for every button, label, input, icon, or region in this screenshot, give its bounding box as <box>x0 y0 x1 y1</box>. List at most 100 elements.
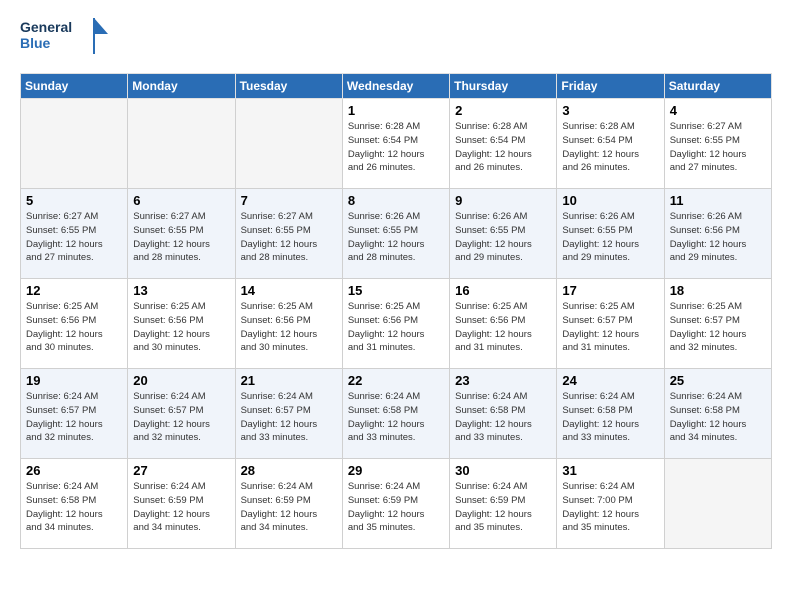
day-number: 27 <box>133 463 229 478</box>
calendar-cell: 20 Sunrise: 6:24 AM Sunset: 6:57 PM Dayli… <box>128 369 235 459</box>
calendar-cell: 28 Sunrise: 6:24 AM Sunset: 6:59 PM Dayli… <box>235 459 342 549</box>
calendar-cell: 27 Sunrise: 6:24 AM Sunset: 6:59 PM Dayli… <box>128 459 235 549</box>
day-number: 3 <box>562 103 658 118</box>
calendar-cell <box>235 99 342 189</box>
calendar-cell: 4Sunrise: 6:27 AM Sunset: 6:55 PM Daylig… <box>664 99 771 189</box>
weekday-header: Tuesday <box>235 74 342 99</box>
calendar-cell: 31Sunrise: 6:24 AM Sunset: 7:00 PM Dayli… <box>557 459 664 549</box>
day-info: Sunrise: 6:25 AM Sunset: 6:57 PM Dayligh… <box>562 300 658 355</box>
day-info: Sunrise: 6:26 AM Sunset: 6:56 PM Dayligh… <box>670 210 766 265</box>
day-number: 11 <box>670 193 766 208</box>
calendar-cell: 24 Sunrise: 6:24 AM Sunset: 6:58 PM Dayli… <box>557 369 664 459</box>
day-info: Sunrise: 6:28 AM Sunset: 6:54 PM Dayligh… <box>455 120 551 175</box>
calendar-cell: 1Sunrise: 6:28 AM Sunset: 6:54 PM Daylig… <box>342 99 449 189</box>
day-number: 18 <box>670 283 766 298</box>
calendar-cell: 17 Sunrise: 6:25 AM Sunset: 6:57 PM Dayli… <box>557 279 664 369</box>
day-info: Sunrise: 6:24 AM Sunset: 6:58 PM Dayligh… <box>455 390 551 445</box>
weekday-header: Saturday <box>664 74 771 99</box>
calendar-cell: 25 Sunrise: 6:24 AM Sunset: 6:58 PM Dayli… <box>664 369 771 459</box>
weekday-header: Sunday <box>21 74 128 99</box>
day-info: Sunrise: 6:26 AM Sunset: 6:55 PM Dayligh… <box>562 210 658 265</box>
day-info: Sunrise: 6:27 AM Sunset: 6:55 PM Dayligh… <box>670 120 766 175</box>
calendar-cell: 2 Sunrise: 6:28 AM Sunset: 6:54 PM Daylig… <box>450 99 557 189</box>
calendar-cell <box>21 99 128 189</box>
day-number: 20 <box>133 373 229 388</box>
calendar-cell: 22Sunrise: 6:24 AM Sunset: 6:58 PM Dayli… <box>342 369 449 459</box>
weekday-header: Friday <box>557 74 664 99</box>
day-info: Sunrise: 6:25 AM Sunset: 6:56 PM Dayligh… <box>348 300 444 355</box>
calendar-cell <box>128 99 235 189</box>
day-number: 22 <box>348 373 444 388</box>
calendar-week-row: 26 Sunrise: 6:24 AM Sunset: 6:58 PM Dayli… <box>21 459 772 549</box>
day-number: 21 <box>241 373 337 388</box>
weekday-header: Thursday <box>450 74 557 99</box>
day-info: Sunrise: 6:24 AM Sunset: 6:58 PM Dayligh… <box>26 480 122 535</box>
day-number: 2 <box>455 103 551 118</box>
day-info: Sunrise: 6:28 AM Sunset: 6:54 PM Dayligh… <box>348 120 444 175</box>
calendar-cell: 16Sunrise: 6:25 AM Sunset: 6:56 PM Dayli… <box>450 279 557 369</box>
calendar-week-row: 19 Sunrise: 6:24 AM Sunset: 6:57 PM Dayli… <box>21 369 772 459</box>
day-number: 31 <box>562 463 658 478</box>
day-number: 17 <box>562 283 658 298</box>
calendar-cell <box>664 459 771 549</box>
calendar-table: SundayMondayTuesdayWednesdayThursdayFrid… <box>20 73 772 549</box>
day-info: Sunrise: 6:24 AM Sunset: 6:59 PM Dayligh… <box>241 480 337 535</box>
weekday-header: Wednesday <box>342 74 449 99</box>
weekday-header: Monday <box>128 74 235 99</box>
calendar-cell: 10 Sunrise: 6:26 AM Sunset: 6:55 PM Dayli… <box>557 189 664 279</box>
day-info: Sunrise: 6:24 AM Sunset: 6:58 PM Dayligh… <box>670 390 766 445</box>
day-number: 24 <box>562 373 658 388</box>
calendar-cell: 18 Sunrise: 6:25 AM Sunset: 6:57 PM Dayli… <box>664 279 771 369</box>
calendar-cell: 26 Sunrise: 6:24 AM Sunset: 6:58 PM Dayli… <box>21 459 128 549</box>
day-number: 6 <box>133 193 229 208</box>
calendar-cell: 14Sunrise: 6:25 AM Sunset: 6:56 PM Dayli… <box>235 279 342 369</box>
header: General Blue <box>20 16 772 63</box>
calendar-cell: 13 Sunrise: 6:25 AM Sunset: 6:56 PM Dayli… <box>128 279 235 369</box>
svg-text:General: General <box>20 19 72 35</box>
day-info: Sunrise: 6:25 AM Sunset: 6:56 PM Dayligh… <box>133 300 229 355</box>
day-info: Sunrise: 6:28 AM Sunset: 6:54 PM Dayligh… <box>562 120 658 175</box>
calendar-cell: 12 Sunrise: 6:25 AM Sunset: 6:56 PM Dayli… <box>21 279 128 369</box>
calendar-week-row: 12 Sunrise: 6:25 AM Sunset: 6:56 PM Dayli… <box>21 279 772 369</box>
calendar-cell: 8 Sunrise: 6:26 AM Sunset: 6:55 PM Daylig… <box>342 189 449 279</box>
calendar-cell: 29Sunrise: 6:24 AM Sunset: 6:59 PM Dayli… <box>342 459 449 549</box>
day-number: 14 <box>241 283 337 298</box>
calendar-cell: 19 Sunrise: 6:24 AM Sunset: 6:57 PM Dayli… <box>21 369 128 459</box>
calendar-cell: 23 Sunrise: 6:24 AM Sunset: 6:58 PM Dayli… <box>450 369 557 459</box>
day-number: 13 <box>133 283 229 298</box>
day-number: 26 <box>26 463 122 478</box>
day-number: 28 <box>241 463 337 478</box>
day-info: Sunrise: 6:26 AM Sunset: 6:55 PM Dayligh… <box>455 210 551 265</box>
day-number: 16 <box>455 283 551 298</box>
logo-svg: General Blue <box>20 16 110 58</box>
calendar-cell: 7 Sunrise: 6:27 AM Sunset: 6:55 PM Daylig… <box>235 189 342 279</box>
calendar-cell: 3 Sunrise: 6:28 AM Sunset: 6:54 PM Daylig… <box>557 99 664 189</box>
day-info: Sunrise: 6:25 AM Sunset: 6:56 PM Dayligh… <box>26 300 122 355</box>
day-info: Sunrise: 6:26 AM Sunset: 6:55 PM Dayligh… <box>348 210 444 265</box>
svg-text:Blue: Blue <box>20 35 51 51</box>
day-info: Sunrise: 6:24 AM Sunset: 6:59 PM Dayligh… <box>133 480 229 535</box>
day-number: 12 <box>26 283 122 298</box>
weekday-header-row: SundayMondayTuesdayWednesdayThursdayFrid… <box>21 74 772 99</box>
day-number: 8 <box>348 193 444 208</box>
day-number: 30 <box>455 463 551 478</box>
logo: General Blue <box>20 16 110 63</box>
day-number: 10 <box>562 193 658 208</box>
day-info: Sunrise: 6:24 AM Sunset: 6:57 PM Dayligh… <box>26 390 122 445</box>
calendar-week-row: 5Sunrise: 6:27 AM Sunset: 6:55 PM Daylig… <box>21 189 772 279</box>
calendar-cell: 6Sunrise: 6:27 AM Sunset: 6:55 PM Daylig… <box>128 189 235 279</box>
calendar-week-row: 1Sunrise: 6:28 AM Sunset: 6:54 PM Daylig… <box>21 99 772 189</box>
calendar-cell: 21Sunrise: 6:24 AM Sunset: 6:57 PM Dayli… <box>235 369 342 459</box>
day-number: 7 <box>241 193 337 208</box>
day-info: Sunrise: 6:27 AM Sunset: 6:55 PM Dayligh… <box>26 210 122 265</box>
day-number: 29 <box>348 463 444 478</box>
day-info: Sunrise: 6:24 AM Sunset: 6:59 PM Dayligh… <box>455 480 551 535</box>
calendar-cell: 15Sunrise: 6:25 AM Sunset: 6:56 PM Dayli… <box>342 279 449 369</box>
day-info: Sunrise: 6:25 AM Sunset: 6:57 PM Dayligh… <box>670 300 766 355</box>
day-number: 25 <box>670 373 766 388</box>
day-info: Sunrise: 6:24 AM Sunset: 6:57 PM Dayligh… <box>133 390 229 445</box>
day-number: 19 <box>26 373 122 388</box>
day-info: Sunrise: 6:27 AM Sunset: 6:55 PM Dayligh… <box>241 210 337 265</box>
day-number: 23 <box>455 373 551 388</box>
day-info: Sunrise: 6:24 AM Sunset: 6:58 PM Dayligh… <box>562 390 658 445</box>
